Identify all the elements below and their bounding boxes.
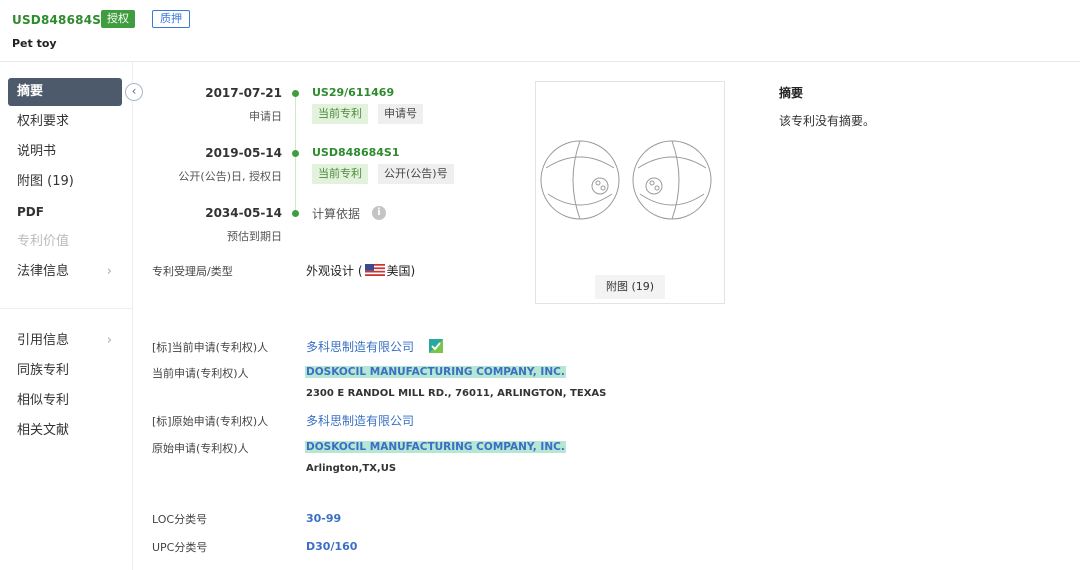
sidebar: 摘要 权利要求 说明书 附图 (19) PDF 专利价值 法律信息 › 引用信息 ›… <box>0 62 133 570</box>
sidebar-item-pdf[interactable]: PDF <box>8 198 122 226</box>
expiry-date-label: 预估到期日 <box>227 230 282 243</box>
timeline-dot <box>292 150 299 157</box>
std-original-applicant-link[interactable]: 多科思制造有限公司 <box>306 412 414 429</box>
abstract-text: 该专利没有摘要。 <box>779 114 876 128</box>
application-number-link[interactable]: US29/611469 <box>312 86 394 99</box>
abstract-title: 摘要 <box>779 86 804 100</box>
verified-icon <box>429 339 443 353</box>
std-current-applicant-label: [标]当前申请(专利权)人 <box>152 341 269 354</box>
publication-number: USD848684S1 <box>12 13 110 27</box>
patent-header: USD848684S1 授权 质押 Pet toy <box>0 0 1080 62</box>
current-patent-tag: 当前专利 <box>312 104 368 124</box>
info-icon[interactable]: i <box>372 206 386 220</box>
current-applicant-label: 当前申请(专利权)人 <box>152 367 249 380</box>
sidebar-item-claims[interactable]: 权利要求 <box>8 108 122 136</box>
application-number-tag: 申请号 <box>378 104 423 124</box>
sidebar-item-label: 专利价值 <box>17 234 70 249</box>
timeline-dot <box>292 210 299 217</box>
publication-date: 2019-05-14 <box>205 146 282 160</box>
figure-preview[interactable]: 附图 (19) <box>535 81 725 304</box>
sidebar-item-patent-value: 专利价值 <box>8 228 122 256</box>
std-original-applicant-label: [标]原始申请(专利权)人 <box>152 415 269 428</box>
application-date-label: 申请日 <box>249 110 282 123</box>
upc-class-label: UPC分类号 <box>152 541 208 554</box>
chevron-right-icon: › <box>106 333 112 348</box>
upc-class-link[interactable]: D30/160 <box>306 540 357 553</box>
sidebar-item-figures[interactable]: 附图 (19) <box>8 168 122 196</box>
figures-button[interactable]: 附图 (19) <box>595 275 665 299</box>
current-applicant-name[interactable]: DOSKOCIL MANUFACTURING COMPANY, INC. <box>305 366 566 378</box>
patent-title: Pet toy <box>12 37 57 50</box>
original-applicant-label: 原始申请(专利权)人 <box>152 442 249 455</box>
collapse-sidebar-icon[interactable]: ‹ <box>125 83 143 101</box>
original-applicant-name[interactable]: DOSKOCIL MANUFACTURING COMPANY, INC. <box>305 441 566 453</box>
office-type-value: 外观设计 ( 美国) <box>306 262 415 279</box>
timeline-dot <box>292 90 299 97</box>
country: 美国) <box>386 264 416 278</box>
loc-class-label: LOC分类号 <box>152 513 208 526</box>
sidebar-item-label: 同族专利 <box>17 363 70 378</box>
pet-toy-drawing <box>540 140 712 220</box>
sidebar-item-related-docs[interactable]: 相关文献 <box>8 417 122 445</box>
sidebar-item-label: 法律信息 <box>17 264 70 279</box>
current-applicant-address: 2300 E RANDOL MILL RD., 76011, ARLINGTON… <box>306 388 607 399</box>
chevron-right-icon: › <box>106 264 112 279</box>
sidebar-item-family[interactable]: 同族专利 <box>8 357 122 385</box>
sidebar-item-legal-info[interactable]: 法律信息 › <box>8 258 122 286</box>
pledge-badge[interactable]: 质押 <box>152 10 190 28</box>
sidebar-item-label: 引用信息 <box>17 333 70 348</box>
publication-date-label: 公开(公告)日, 授权日 <box>178 170 282 183</box>
original-applicant-address: Arlington,TX,US <box>306 463 397 474</box>
loc-class-link[interactable]: 30-99 <box>306 512 341 525</box>
calculation-basis: 计算依据 <box>312 207 361 221</box>
sidebar-item-label: 说明书 <box>17 144 57 159</box>
sidebar-item-label: 附图 (19) <box>17 174 74 189</box>
us-flag-icon <box>364 264 385 276</box>
expiry-date: 2034-05-14 <box>205 206 282 220</box>
sidebar-item-label: 权利要求 <box>17 114 70 129</box>
sidebar-item-label: 相似专利 <box>17 393 70 408</box>
sidebar-divider <box>0 308 133 309</box>
sidebar-item-label: 相关文献 <box>17 423 70 438</box>
status-badge: 授权 <box>101 10 135 28</box>
application-date: 2017-07-21 <box>205 86 282 100</box>
publication-number-tag: 公开(公告)号 <box>378 164 454 184</box>
current-patent-tag: 当前专利 <box>312 164 368 184</box>
sidebar-item-label: 摘要 <box>17 84 44 99</box>
sidebar-item-citations[interactable]: 引用信息 › <box>8 327 122 355</box>
sidebar-item-label: PDF <box>17 205 44 219</box>
sidebar-item-description[interactable]: 说明书 <box>8 138 122 166</box>
sidebar-item-similar[interactable]: 相似专利 <box>8 387 122 415</box>
publication-number-link[interactable]: USD848684S1 <box>312 146 399 159</box>
sidebar-item-abstract[interactable]: 摘要 <box>8 78 122 106</box>
std-current-applicant-link[interactable]: 多科思制造有限公司 <box>306 338 414 355</box>
design-type: 外观设计 ( <box>306 264 363 278</box>
office-type-label: 专利受理局/类型 <box>152 265 233 278</box>
